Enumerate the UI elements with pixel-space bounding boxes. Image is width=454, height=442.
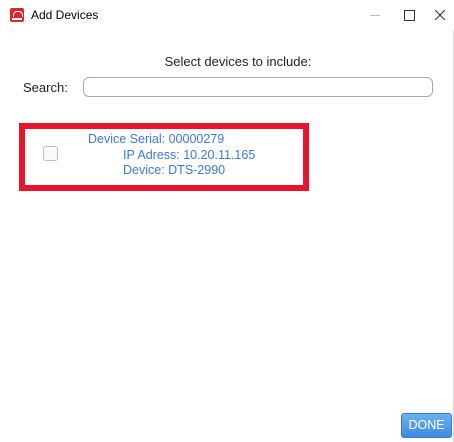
select-devices-prompt: Select devices to include: xyxy=(164,54,312,69)
device-serial-text: Device Serial: 00000279 xyxy=(88,132,225,146)
device-list-item[interactable]: Device Serial: 00000279 IP Adress: 10.20… xyxy=(19,123,309,191)
window-title: Add Devices xyxy=(31,8,99,22)
done-button[interactable]: DONE xyxy=(401,413,452,438)
close-icon xyxy=(434,10,445,20)
title-bar[interactable]: Add Devices xyxy=(0,0,454,30)
add-devices-window: Add Devices Select devices to include: S… xyxy=(0,0,454,442)
app-logo-icon xyxy=(10,8,24,22)
minimize-icon xyxy=(370,14,380,16)
close-button[interactable] xyxy=(425,0,454,30)
search-label: Search: xyxy=(23,80,68,95)
device-model-text: Device: DTS-2990 xyxy=(123,163,226,177)
maximize-icon xyxy=(403,9,415,21)
device-checkbox[interactable] xyxy=(43,146,58,161)
maximize-button[interactable] xyxy=(389,0,429,30)
search-input[interactable] xyxy=(83,77,433,97)
device-ip-text: IP Adress: 10.20.11.165 xyxy=(123,148,256,162)
